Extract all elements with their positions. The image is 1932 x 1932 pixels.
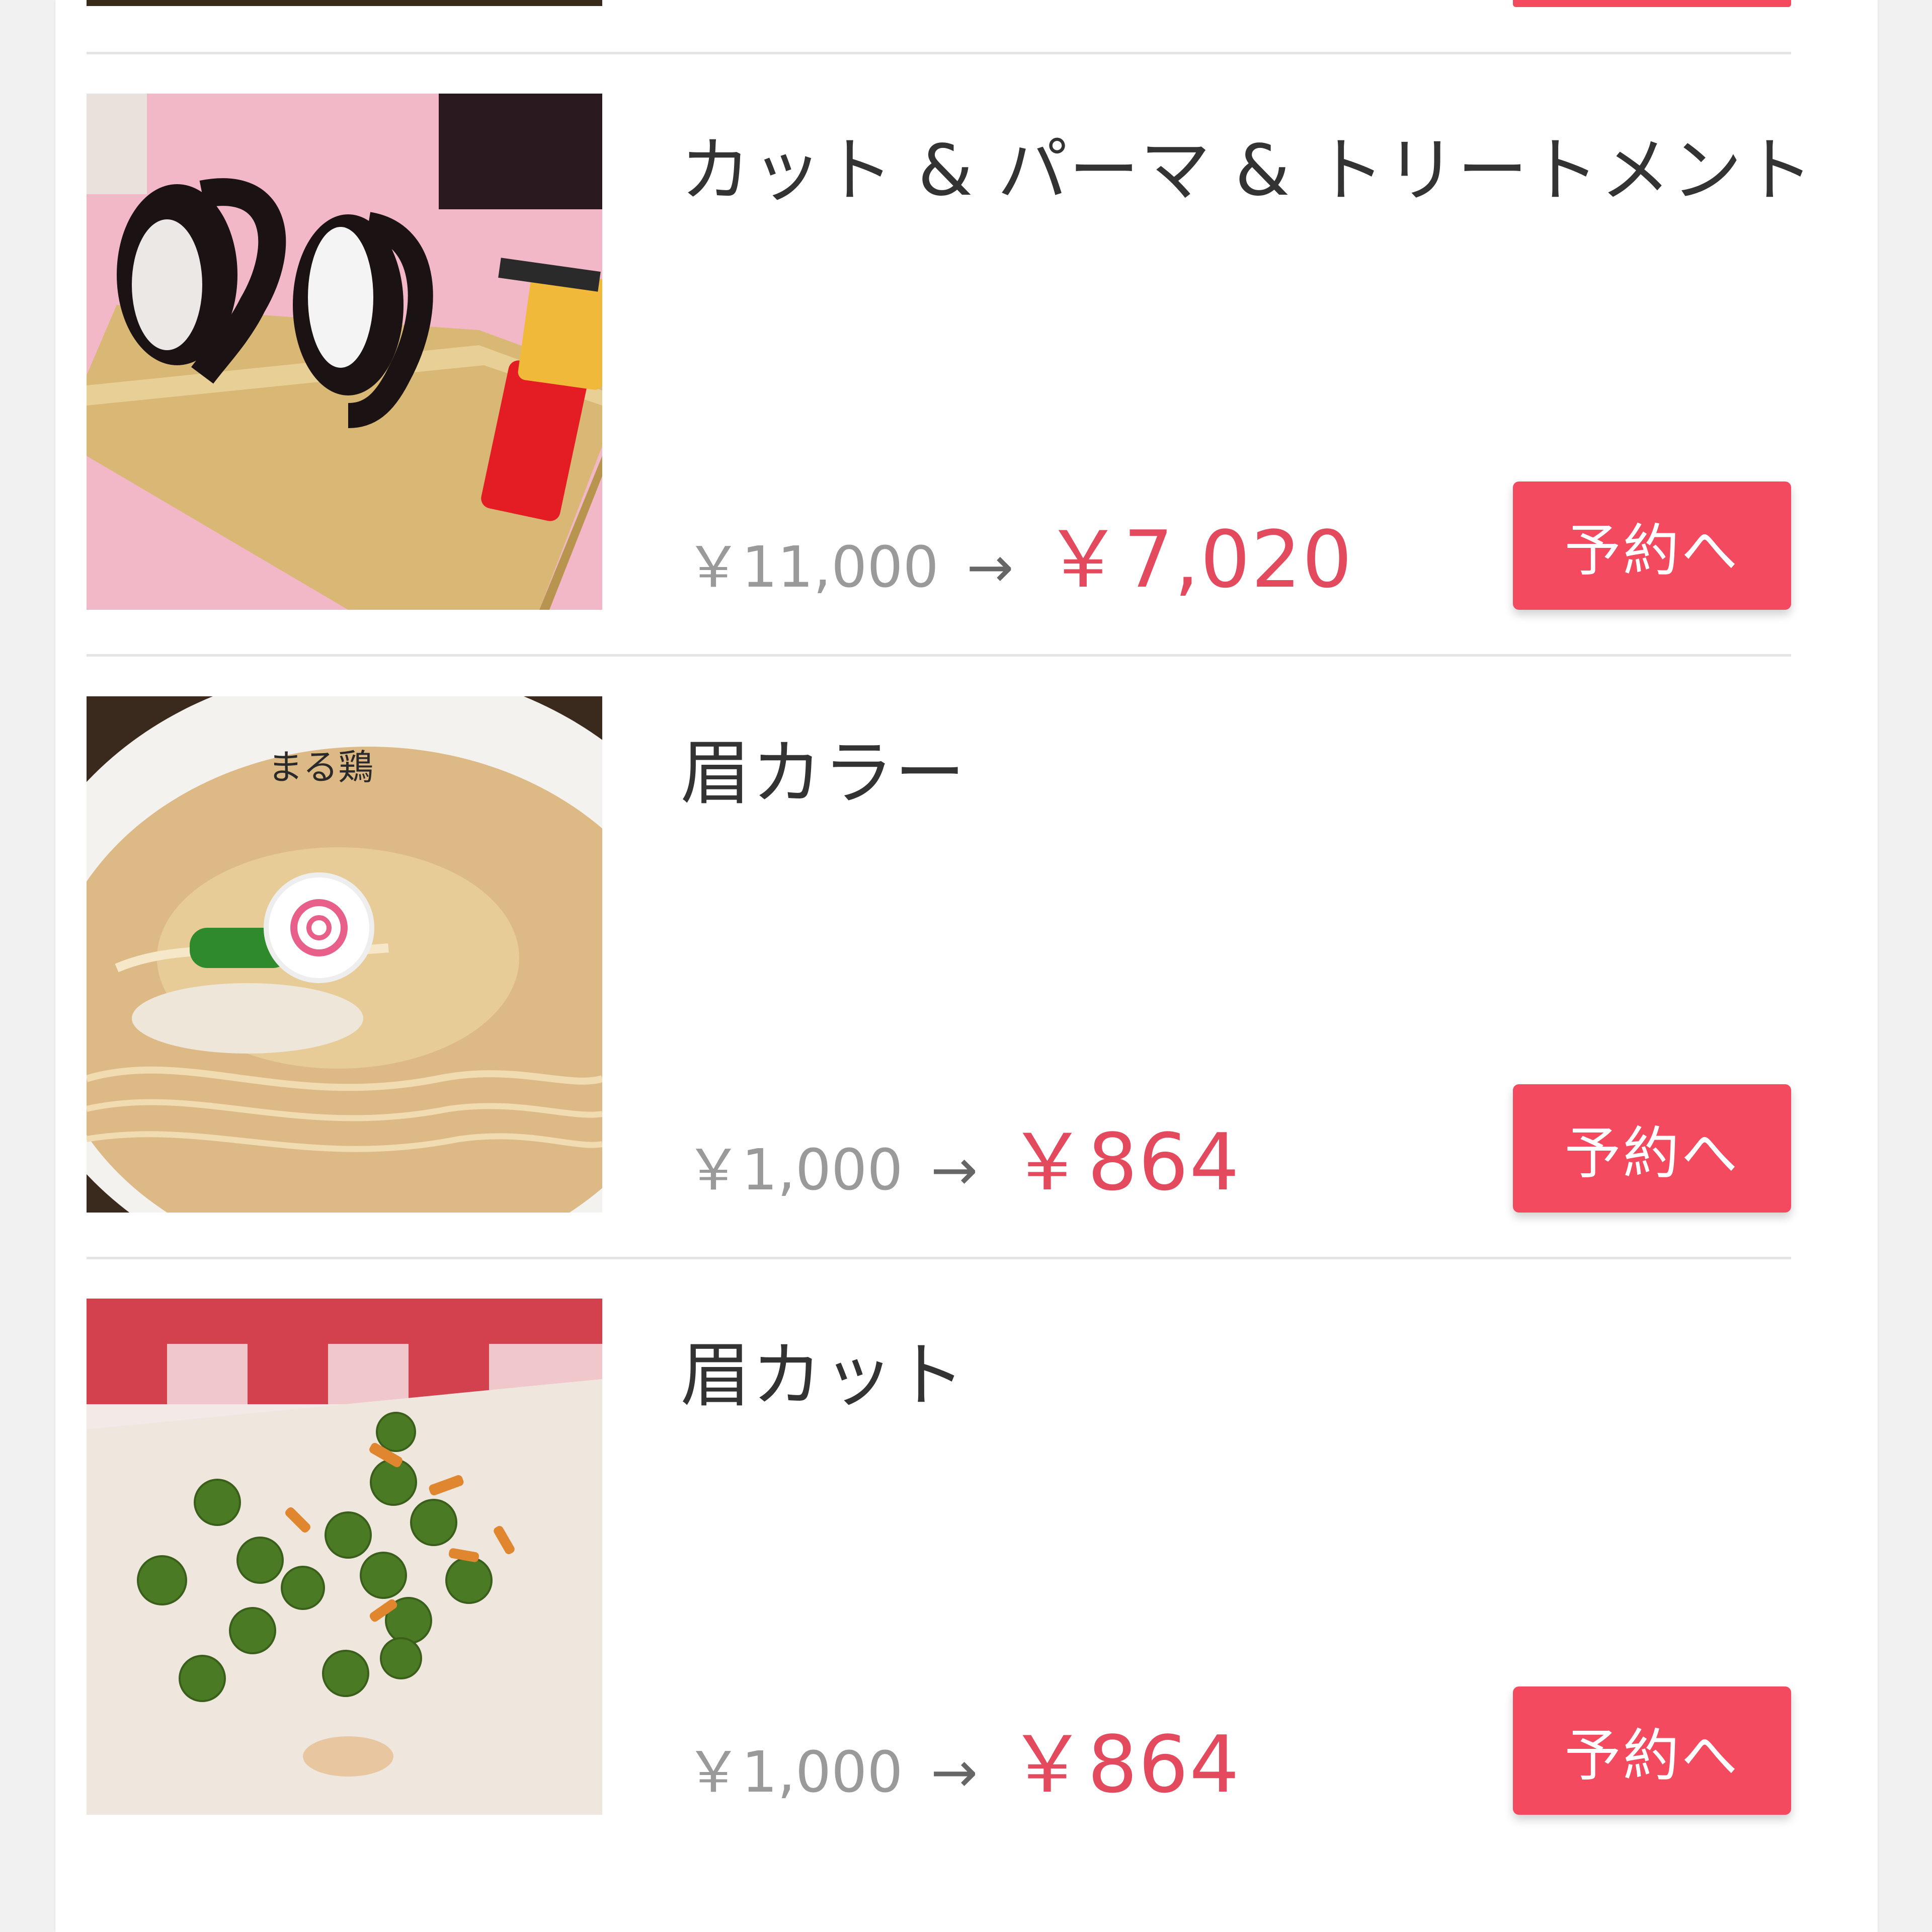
item-title: カット & パーマ & トリートメント	[680, 130, 1815, 212]
list-item-eyebrow-cut: 眉カット ￥1,000 → ￥864 予約へ	[87, 1299, 1791, 1815]
sale-price: ￥864	[1008, 1116, 1241, 1208]
ramen-bowl-photo: まる鶏	[87, 696, 602, 1213]
previous-item-thumbnail-edge[interactable]	[87, 0, 602, 6]
price-row: ￥1,000 → ￥864	[685, 1107, 1240, 1208]
sale-price: ￥7,020	[1043, 514, 1353, 605]
item-thumbnail[interactable]: まる鶏	[87, 696, 602, 1213]
item-title: 眉カラー	[680, 733, 967, 815]
item-divider	[87, 52, 1791, 54]
price-row: ￥11,000 → ￥7,020	[685, 504, 1353, 605]
previous-item-book-button-edge[interactable]	[1513, 0, 1791, 7]
price-row: ￥1,000 → ￥864	[685, 1709, 1240, 1810]
green-peas-photo	[87, 1299, 602, 1815]
item-title: 眉カット	[680, 1335, 967, 1417]
arrow-icon: →	[966, 535, 1014, 600]
wig-sushi-photo	[87, 94, 602, 610]
sale-price: ￥864	[1008, 1719, 1241, 1810]
arrow-icon: →	[930, 1740, 978, 1805]
original-price: ￥1,000	[685, 1138, 903, 1203]
book-button[interactable]: 予約へ	[1513, 1686, 1791, 1815]
list-item-cut-perm-treatment: カット & パーマ & トリートメント ￥11,000 → ￥7,020 予約へ	[87, 94, 1813, 610]
original-price: ￥11,000	[685, 535, 939, 600]
original-price: ￥1,000	[685, 1740, 903, 1805]
item-thumbnail[interactable]	[87, 94, 602, 610]
arrow-icon: →	[930, 1138, 978, 1203]
item-thumbnail[interactable]	[87, 1299, 602, 1815]
list-item-eyebrow-color: まる鶏 眉カラー ￥1,000 → ￥864 予約へ	[87, 696, 1791, 1213]
item-divider	[87, 1257, 1791, 1259]
svg-text:まる鶏: まる鶏	[268, 747, 373, 788]
book-button[interactable]: 予約へ	[1513, 481, 1791, 610]
item-divider	[87, 654, 1791, 657]
book-button[interactable]: 予約へ	[1513, 1084, 1791, 1213]
